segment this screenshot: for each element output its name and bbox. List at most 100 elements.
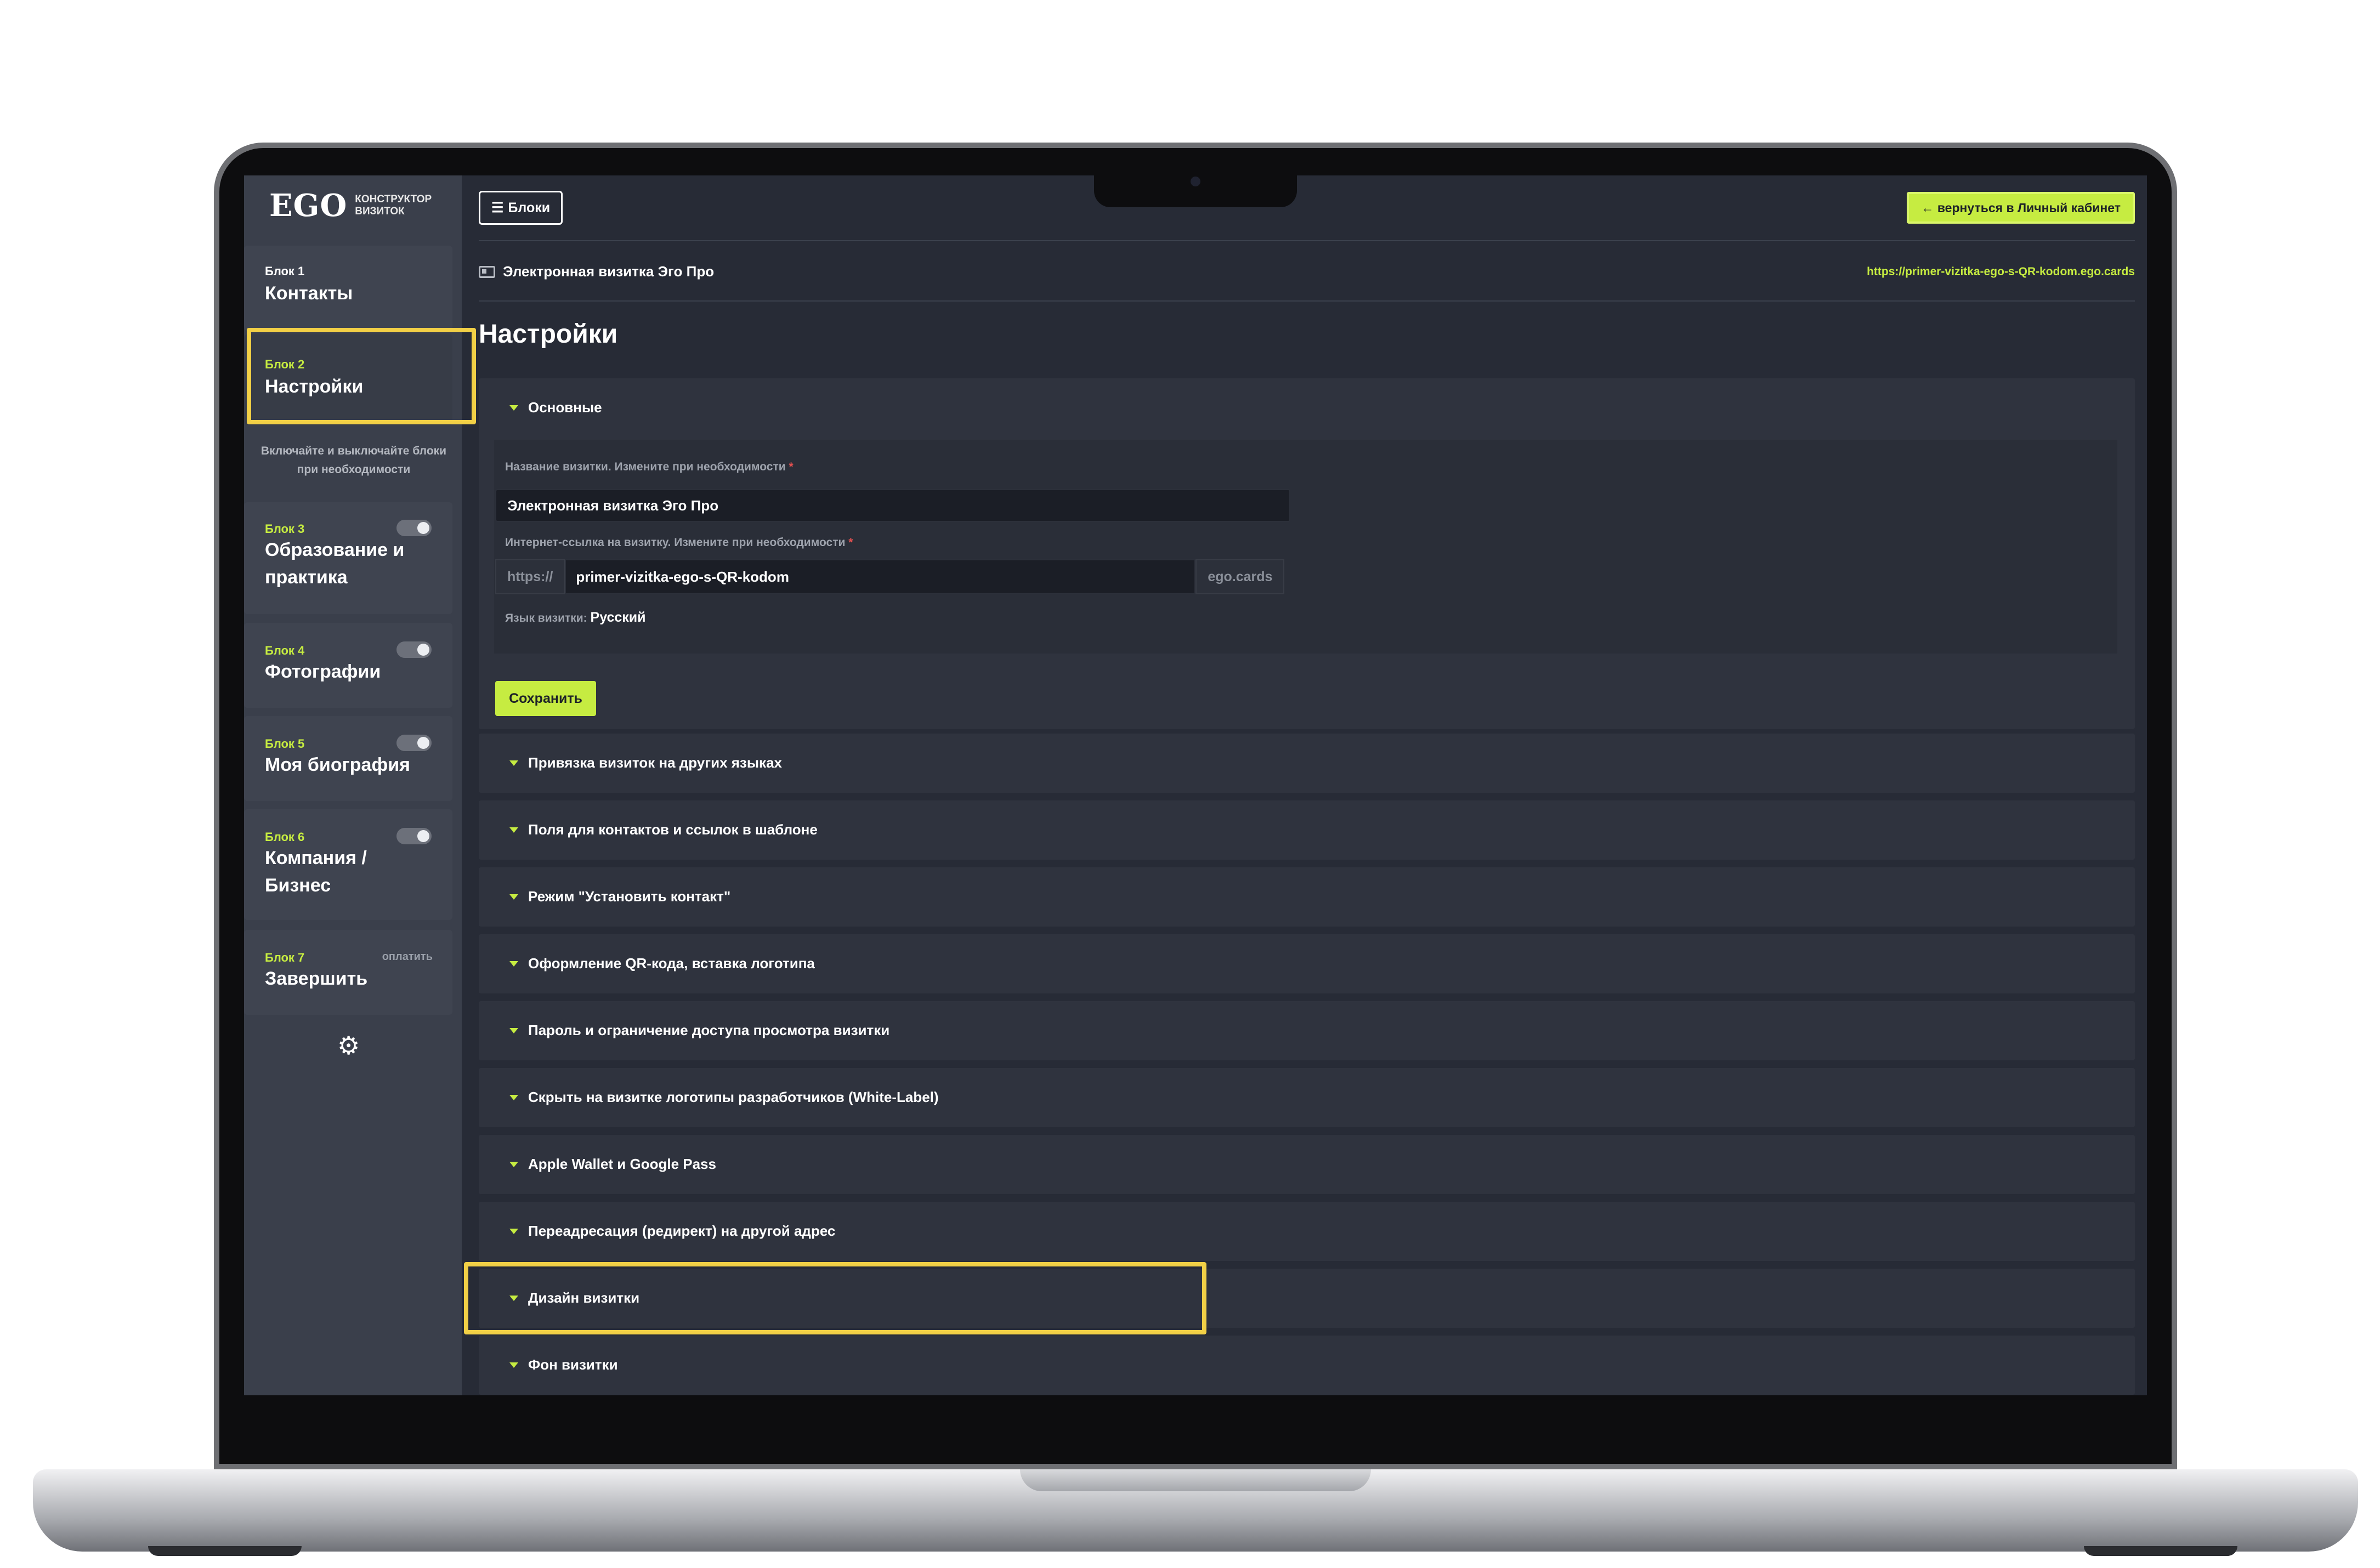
laptop-foot-right (2084, 1546, 2237, 1556)
section-title: Основные (528, 399, 602, 416)
section-contact-fields[interactable]: Поля для контактов и ссылок в шаблоне (479, 800, 2135, 860)
block-number: Блок 5 (265, 737, 305, 751)
section-title: Пароль и ограничение доступа просмотра в… (528, 1022, 890, 1038)
basic-settings-panel: Основные Название визитки. Измените при … (479, 378, 2135, 729)
section-header: Поля для контактов и ссылок в шаблоне (509, 821, 818, 838)
section-card-background[interactable]: Фон визитки (479, 1336, 2135, 1395)
block-title: Образование и практика (265, 539, 405, 588)
block-toggle[interactable] (396, 641, 432, 658)
blocks-menu-button[interactable]: ☰ Блоки (479, 191, 563, 225)
divider (479, 240, 2135, 241)
required-mark: * (789, 461, 794, 473)
section-title: Apple Wallet и Google Pass (528, 1156, 716, 1172)
basic-settings-header[interactable]: Основные (509, 399, 602, 416)
section-install-contact[interactable]: Режим "Установить контакт" (479, 867, 2135, 927)
screen: EGO КОНСТРУКТОР ВИЗИТОК Блок 1 Контакты … (244, 175, 2147, 1395)
block-toggle[interactable] (396, 828, 432, 844)
section-title: Поля для контактов и ссылок в шаблоне (528, 821, 818, 838)
section-header: Оформление QR-кода, вставка логотипа (509, 955, 815, 972)
required-mark: * (848, 536, 853, 549)
card-url-label: Интернет-ссылка на визитку. Измените при… (505, 536, 853, 549)
block-number: Блок 7 (265, 951, 305, 964)
section-white-label[interactable]: Скрыть на визитке логотипы разработчиков… (479, 1068, 2135, 1127)
card-url-group: https:// ego.cards (495, 559, 1285, 594)
caret-down-icon (509, 1027, 518, 1033)
caret-down-icon (509, 894, 518, 900)
block-number: Блок 4 (265, 644, 305, 657)
save-button[interactable]: Сохранить (495, 681, 596, 716)
caret-down-icon (509, 1094, 518, 1100)
section-language-links[interactable]: Привязка визиток на других языках (479, 734, 2135, 793)
caret-down-icon (509, 760, 518, 766)
block-number: Блок 3 (265, 522, 305, 536)
laptop-foot-left (148, 1546, 302, 1556)
section-qr-design[interactable]: Оформление QR-кода, вставка логотипа (479, 934, 2135, 993)
section-header: Скрыть на визитке логотипы разработчиков… (509, 1089, 939, 1106)
section-header: Переадресация (редирект) на другой адрес (509, 1223, 835, 1240)
caret-down-icon (509, 1228, 518, 1234)
sidebar-item-photos[interactable]: Блок 4 Фотографии (244, 623, 452, 708)
sidebar-item-finish[interactable]: Блок 7 оплатить Завершить (244, 930, 452, 1015)
camera-icon (1191, 177, 1200, 186)
section-title: Режим "Установить контакт" (528, 888, 731, 905)
section-header: Apple Wallet и Google Pass (509, 1156, 716, 1173)
card-name-field[interactable] (495, 489, 1290, 522)
caret-down-icon (509, 405, 518, 411)
section-title: Фон визитки (528, 1356, 618, 1373)
section-password[interactable]: Пароль и ограничение доступа просмотра в… (479, 1001, 2135, 1060)
url-prefix: https:// (495, 559, 565, 594)
section-title: Привязка визиток на других языках (528, 754, 782, 771)
highlight-card-design (464, 1262, 1206, 1334)
section-title: Скрыть на визитке логотипы разработчиков… (528, 1089, 939, 1105)
back-to-account-button[interactable]: ← вернуться в Личный кабинет (1907, 192, 2135, 224)
section-header: Фон визитки (509, 1356, 618, 1373)
block-number: Блок 1 (265, 264, 305, 278)
menu-icon: ☰ (491, 200, 504, 215)
language-value[interactable]: Русский (591, 610, 646, 625)
gear-icon[interactable]: ⚙ (337, 1031, 360, 1060)
section-title: Переадресация (редирект) на другой адрес (528, 1223, 836, 1239)
sidebar-item-company[interactable]: Блок 6 Компания / Бизнес (244, 809, 452, 920)
card-url-field[interactable] (565, 559, 1196, 594)
divider (479, 300, 2135, 302)
section-redirect[interactable]: Переадресация (редирект) на другой адрес (479, 1202, 2135, 1261)
card-name-label: Название визитки. Измените при необходим… (505, 461, 794, 474)
card-public-link[interactable]: https://primer-vizitka-ego-s-QR-kodom.eg… (1867, 265, 2135, 279)
language-label: Язык визитки: (505, 612, 587, 624)
laptop-hinge (1020, 1469, 1371, 1491)
block-title: Моя биография (265, 754, 410, 775)
card-name-label-text: Название визитки. Измените при необходим… (505, 461, 786, 473)
pay-badge: оплатить (382, 951, 433, 963)
card-url-label-text: Интернет-ссылка на визитку. Измените при… (505, 536, 846, 549)
card-name: Электронная визитка Эго Про (503, 263, 715, 280)
logo-subtitle: КОНСТРУКТОР ВИЗИТОК (355, 194, 432, 217)
section-header: Режим "Установить контакт" (509, 888, 730, 905)
section-header: Пароль и ограничение доступа просмотра в… (509, 1022, 889, 1039)
card-info: Электронная визитка Эго Про (479, 263, 714, 280)
sidebar-item-education[interactable]: Блок 3 Образование и практика (244, 502, 452, 614)
url-suffix: ego.cards (1195, 559, 1285, 594)
caret-down-icon (509, 827, 518, 833)
section-wallet[interactable]: Apple Wallet и Google Pass (479, 1135, 2135, 1194)
logo[interactable]: EGO КОНСТРУКТОР ВИЗИТОК (269, 188, 448, 224)
logo-mark: EGO (269, 188, 348, 224)
section-header: Привязка визиток на других языках (509, 754, 782, 771)
sidebar-item-biography[interactable]: Блок 5 Моя биография (244, 716, 452, 801)
block-toggle[interactable] (396, 735, 432, 751)
sidebar-item-contacts[interactable]: Блок 1 Контакты (244, 246, 452, 331)
caret-down-icon (509, 961, 518, 967)
block-title: Контакты (265, 283, 353, 304)
page-title: Настройки (479, 320, 618, 349)
blocks-menu-label: Блоки (508, 200, 551, 215)
block-title: Фотографии (265, 661, 381, 682)
block-title: Компания / Бизнес (265, 848, 367, 896)
highlight-settings-block (247, 328, 476, 424)
caret-down-icon (509, 1161, 518, 1167)
card-language: Язык визитки: Русский (505, 610, 646, 626)
section-title: Оформление QR-кода, вставка логотипа (528, 955, 815, 972)
caret-down-icon (509, 1362, 518, 1368)
id-card-icon (479, 265, 495, 278)
block-toggle[interactable] (396, 520, 432, 536)
block-title: Завершить (265, 968, 368, 989)
sidebar-hint: Включайте и выключайте блоки при необход… (260, 445, 447, 476)
